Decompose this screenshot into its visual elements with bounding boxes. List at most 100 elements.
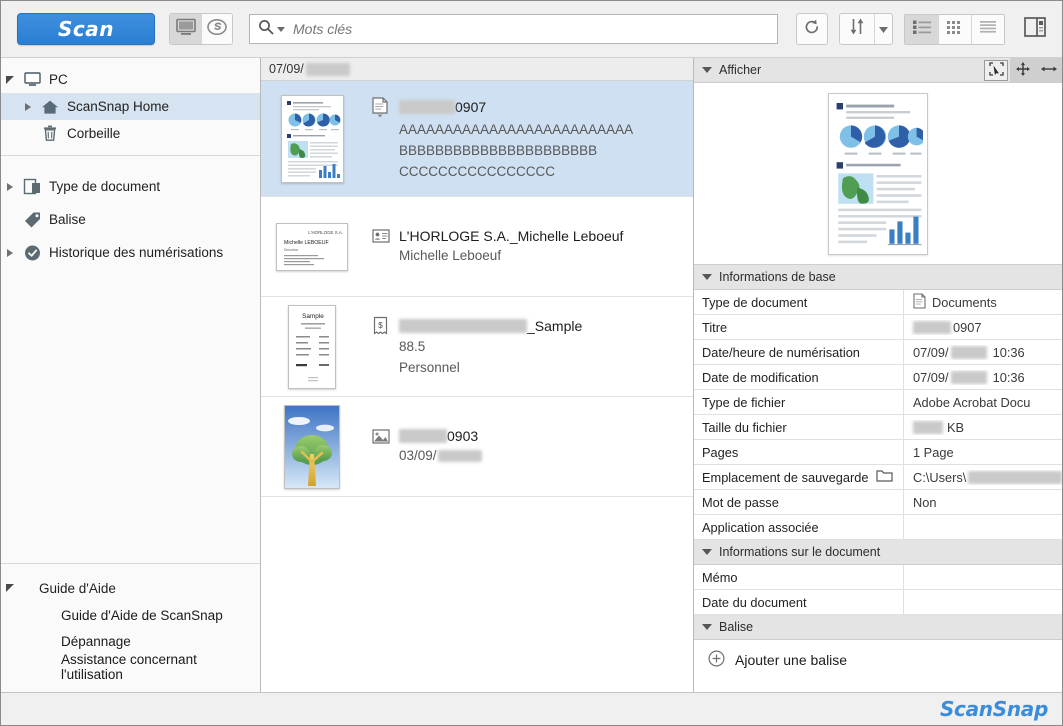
- section-header-informations-de-base[interactable]: Informations de base: [694, 265, 1062, 290]
- svg-text:L'HORLOGE S.A.: L'HORLOGE S.A.: [308, 230, 343, 235]
- detail-value: 1 Page: [913, 444, 954, 460]
- search-box[interactable]: [249, 14, 778, 44]
- detail-value[interactable]: Documents: [904, 292, 1062, 312]
- fit-width-button[interactable]: [1036, 58, 1062, 82]
- document-icon: [913, 292, 926, 312]
- select-area-icon: [988, 62, 1004, 79]
- redacted-year: [437, 450, 482, 463]
- scansnap-brand-logo: ScanSnap: [939, 697, 1048, 721]
- detail-key: Date/heure de numérisation: [694, 340, 904, 364]
- svg-text:Sample: Sample: [302, 313, 324, 320]
- collapse-toggle-icon[interactable]: [702, 274, 712, 280]
- section-header-informations-sur-le-document[interactable]: Informations sur le document: [694, 540, 1062, 565]
- view-detail-button[interactable]: [971, 14, 1004, 44]
- grid-view-icon: [946, 19, 964, 40]
- detail-value-time: 10:36: [992, 369, 1025, 385]
- detail-value[interactable]: C:\Users\: [904, 470, 1062, 485]
- expand-toggle-type-de-document[interactable]: [1, 182, 19, 191]
- document-preview[interactable]: [694, 83, 1062, 265]
- pc-mode-button[interactable]: [170, 14, 201, 44]
- monitor-icon: [19, 72, 45, 87]
- document-list-panel: 07/09/ 0907 AAAAAAAAAAAAAAAAAAAAAAAAAA B…: [261, 58, 694, 692]
- detail-key: Date du document: [694, 590, 904, 614]
- help-link-troubleshooting[interactable]: Dépannage: [1, 628, 260, 654]
- move-icon: [1015, 61, 1031, 80]
- pan-button[interactable]: [1010, 58, 1036, 82]
- detail-key: Pages: [694, 440, 904, 464]
- detail-row-application-associee: Application associée: [694, 515, 1062, 540]
- preview-tools: [984, 58, 1062, 82]
- svg-text:$: $: [378, 321, 383, 330]
- detail-value[interactable]: 0907: [904, 320, 1062, 335]
- add-tag-button[interactable]: Ajouter une balise: [694, 640, 1062, 680]
- detail-key: Type de document: [694, 290, 904, 314]
- list-item-thumbnail: L'HORLOGE S.A. Michelle LEBOEUF Directri…: [275, 206, 349, 288]
- list-item-content: L'HORLOGE S.A._Michelle Leboeuf Michelle…: [349, 228, 683, 265]
- detail-value-date: 07/09/: [913, 344, 949, 360]
- list-item[interactable]: Sample $ _Sample 88.5 Personnel: [261, 297, 693, 397]
- preview-page-graphic: [836, 102, 926, 245]
- list-item-thumbnail: Sample: [275, 304, 349, 389]
- list-item-line-3: CCCCCCCCCCCCCCCC: [399, 163, 555, 179]
- list-item-line-1: 88.5: [399, 339, 426, 354]
- search-icon: [258, 19, 274, 40]
- detail-value: 07/09/ 10:36: [904, 345, 1062, 360]
- detail-key: Taille du fichier: [694, 415, 904, 439]
- expand-toggle-help[interactable]: [1, 584, 19, 592]
- sidebar-item-scansnap-home[interactable]: ScanSnap Home: [1, 93, 260, 120]
- sort-button[interactable]: [840, 14, 874, 44]
- sidebar-item-balise[interactable]: Balise: [1, 203, 260, 236]
- detail-row-date-de-modification: Date de modification 07/09/ 10:36: [694, 365, 1062, 390]
- redacted-title-prefix: [399, 318, 527, 333]
- list-item[interactable]: 0903 03/09/: [261, 397, 693, 497]
- view-grid-button[interactable]: [938, 14, 971, 44]
- list-item-title-row: L'HORLOGE S.A._Michelle Leboeuf: [371, 228, 683, 244]
- detail-row-date-heure-de-numerisation: Date/heure de numérisation 07/09/ 10:36: [694, 340, 1062, 365]
- sidebar: PC ScanSnap Home Corbeille Type de docum…: [1, 58, 261, 692]
- expand-toggle-scansnap-home[interactable]: [19, 102, 37, 111]
- svg-text:Directrice: Directrice: [284, 248, 298, 252]
- detail-key: Type de fichier: [694, 390, 904, 414]
- list-item-title-row: $ _Sample: [371, 316, 683, 335]
- help-link-usage-assistance[interactable]: Assistance concernant l'utilisation: [1, 652, 260, 682]
- detail-row-taille-du-fichier: Taille du fichier KB: [694, 415, 1062, 440]
- sidebar-item-type-de-document[interactable]: Type de document: [1, 170, 260, 203]
- search-options-caret-icon[interactable]: [277, 26, 285, 32]
- section-title: Afficher: [719, 63, 762, 77]
- list-item[interactable]: 0907 AAAAAAAAAAAAAAAAAAAAAAAAAA BBBBBBBB…: [261, 81, 693, 197]
- redacted-value-prefix: [913, 320, 951, 334]
- side-panel-toggle-button[interactable]: [1020, 14, 1050, 44]
- select-area-button[interactable]: [984, 60, 1008, 81]
- refresh-button[interactable]: [796, 13, 828, 45]
- expand-toggle-historique[interactable]: [1, 248, 19, 257]
- detail-row-emplacement-de-sauvegarde: Emplacement de sauvegarde C:\Users\: [694, 465, 1062, 490]
- expand-toggle-pc[interactable]: [1, 75, 19, 84]
- view-list-button[interactable]: [905, 14, 938, 44]
- list-item[interactable]: L'HORLOGE S.A. Michelle LEBOEUF Directri…: [261, 197, 693, 297]
- help-guide-header[interactable]: Guide d'Aide: [1, 574, 260, 602]
- detail-key: Mot de passe: [694, 490, 904, 514]
- section-header-afficher[interactable]: Afficher: [694, 58, 1062, 83]
- search-input[interactable]: [293, 21, 769, 37]
- sidebar-item-corbeille[interactable]: Corbeille: [1, 120, 260, 147]
- list-item-thumbnail: [275, 404, 349, 489]
- sort-options-caret[interactable]: [874, 14, 892, 44]
- sidebar-item-pc[interactable]: PC: [1, 66, 260, 93]
- sidebar-item-historique-des-numerisations[interactable]: Historique des numérisations: [1, 236, 260, 269]
- help-link-scansnap-guide[interactable]: Guide d'Aide de ScanSnap: [1, 602, 260, 628]
- section-header-balise[interactable]: Balise: [694, 615, 1062, 640]
- detail-value-path: C:\Users\: [913, 469, 967, 485]
- detail-key: Application associée: [694, 515, 904, 539]
- collapse-toggle-icon[interactable]: [702, 624, 712, 630]
- sidebar-item-label: Corbeille: [67, 126, 121, 141]
- scan-button[interactable]: Scan: [17, 13, 155, 45]
- folder-icon[interactable]: [876, 469, 893, 486]
- main-toolbar: Scan: [1, 1, 1062, 58]
- list-item-line-1: 03/09/: [371, 446, 683, 465]
- cloud-mode-button[interactable]: [201, 14, 232, 44]
- collapse-toggle-icon[interactable]: [702, 549, 712, 555]
- redacted-year: [950, 345, 987, 359]
- list-item-content: 0903 03/09/: [349, 428, 683, 465]
- list-item-title: 0903: [447, 428, 479, 444]
- collapse-toggle-icon[interactable]: [702, 67, 712, 73]
